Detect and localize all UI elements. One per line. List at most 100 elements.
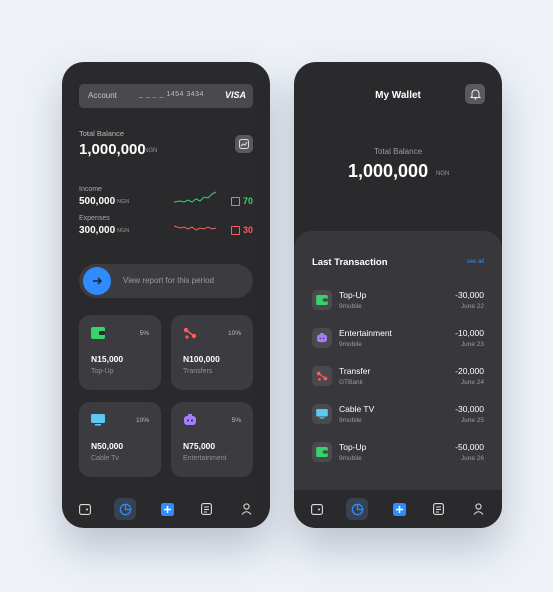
wallet-icon bbox=[316, 295, 328, 305]
wallet-icon bbox=[79, 503, 91, 515]
transaction-row[interactable]: Top-Up 9mobile -50,000 June 26 bbox=[312, 440, 484, 470]
transaction-name: Entertainment bbox=[339, 328, 392, 338]
bottom-nav bbox=[294, 490, 502, 528]
nav-add[interactable] bbox=[388, 498, 410, 520]
tile-percent: 10% bbox=[227, 330, 241, 337]
tile-value: N15,000 bbox=[91, 354, 124, 364]
income-change: 70 bbox=[243, 196, 254, 206]
transactions-panel: Last Transaction see all Top-Up 9mobile … bbox=[294, 231, 502, 491]
transaction-name: Top-Up bbox=[339, 290, 367, 300]
transaction-source: GTBank bbox=[339, 379, 363, 386]
transaction-amount: -30,000 bbox=[455, 290, 484, 300]
tile-name: Entertainment bbox=[183, 455, 227, 462]
tile-name: Transfers bbox=[183, 368, 213, 375]
view-report-button[interactable] bbox=[83, 267, 111, 295]
transaction-row[interactable]: Entertainment 9mobile -10,000 June 23 bbox=[312, 326, 484, 356]
transaction-name: Top-Up bbox=[339, 442, 367, 452]
transaction-date: June 26 bbox=[460, 455, 484, 462]
tile-value: N75,000 bbox=[183, 441, 216, 451]
tile-name: Cable Tv bbox=[91, 455, 119, 462]
currency-label: NGN bbox=[144, 148, 158, 154]
nav-profile[interactable] bbox=[235, 498, 257, 520]
tile-percent: 5% bbox=[139, 330, 149, 337]
tv-icon bbox=[316, 409, 328, 419]
transfer-icon bbox=[183, 327, 197, 339]
account-number: _ _ _ _ 1454 3434 bbox=[139, 91, 204, 98]
transaction-icon-box bbox=[312, 328, 332, 348]
transaction-source: 9mobile bbox=[339, 455, 362, 462]
pie-chart-icon bbox=[119, 503, 131, 515]
view-report-bar[interactable]: View report for this period bbox=[79, 264, 253, 298]
total-balance-value: 1,000,000 bbox=[348, 161, 429, 181]
up-arrow-icon bbox=[231, 197, 240, 206]
pie-chart-icon bbox=[351, 503, 363, 515]
user-icon bbox=[241, 503, 251, 515]
tile-top-up[interactable]: 5% N15,000 Top-Up bbox=[79, 315, 161, 390]
nav-documents[interactable] bbox=[427, 498, 449, 520]
transaction-source: 9mobile bbox=[339, 341, 362, 348]
add-icon bbox=[160, 502, 174, 516]
chart-icon bbox=[239, 139, 249, 149]
section-title: Last Transaction bbox=[312, 257, 388, 268]
tile-cable-tv[interactable]: 10% N50,000 Cable Tv bbox=[79, 402, 161, 477]
tile-percent: 5% bbox=[231, 417, 241, 424]
transaction-name: Cable TV bbox=[339, 404, 375, 414]
transaction-amount: -30,000 bbox=[455, 404, 484, 414]
income-currency: NGN bbox=[117, 199, 130, 205]
currency-label: NGN bbox=[436, 171, 450, 177]
total-balance-label: Total Balance bbox=[79, 129, 125, 138]
down-arrow-icon bbox=[231, 226, 240, 235]
expenses-sparkline bbox=[174, 225, 217, 231]
user-icon bbox=[473, 503, 483, 515]
transaction-icon-box bbox=[312, 290, 332, 310]
transaction-amount: -20,000 bbox=[455, 366, 484, 376]
transaction-source: 9mobile bbox=[339, 303, 362, 310]
tile-value: N50,000 bbox=[91, 441, 124, 451]
transaction-row[interactable]: Cable TV 9mobile -30,000 June 25 bbox=[312, 402, 484, 432]
nav-wallet[interactable] bbox=[306, 498, 328, 520]
transaction-date: June 22 bbox=[460, 303, 484, 310]
tile-transfers[interactable]: 10% N100,000 Transfers bbox=[171, 315, 253, 390]
tile-name: Top-Up bbox=[91, 368, 114, 375]
notifications-button[interactable] bbox=[465, 84, 485, 104]
nav-profile[interactable] bbox=[467, 498, 489, 520]
document-icon bbox=[200, 503, 212, 515]
game-icon bbox=[317, 333, 327, 343]
transaction-date: June 23 bbox=[460, 341, 484, 348]
bell-icon bbox=[469, 89, 481, 100]
game-icon bbox=[184, 414, 196, 425]
transaction-row[interactable]: Top-Up 9mobile -30,000 June 22 bbox=[312, 288, 484, 318]
transaction-amount: -50,000 bbox=[455, 442, 484, 452]
transfer-icon bbox=[316, 371, 328, 381]
transaction-date: June 24 bbox=[460, 379, 484, 386]
expenses-change: 30 bbox=[243, 225, 254, 235]
transaction-amount: -10,000 bbox=[455, 328, 484, 338]
nav-add[interactable] bbox=[156, 498, 178, 520]
dashboard-phone: Account _ _ _ _ 1454 3434 VISA Total Bal… bbox=[62, 62, 270, 528]
nav-wallet[interactable] bbox=[74, 498, 96, 520]
transaction-row[interactable]: Transfer GTBank -20,000 June 24 bbox=[312, 364, 484, 394]
income-value: 500,000 bbox=[79, 196, 116, 207]
nav-analytics[interactable] bbox=[114, 498, 136, 520]
card-brand: VISA bbox=[224, 90, 246, 100]
nav-documents[interactable] bbox=[195, 498, 217, 520]
income-label: Income bbox=[79, 186, 102, 193]
wallet-icon bbox=[316, 447, 328, 457]
chart-toggle-button[interactable] bbox=[235, 135, 253, 153]
tile-percent: 10% bbox=[135, 417, 149, 424]
nav-analytics[interactable] bbox=[346, 498, 368, 520]
tile-value: N100,000 bbox=[183, 354, 220, 364]
transaction-source: 9mobile bbox=[339, 417, 362, 424]
account-card[interactable]: Account _ _ _ _ 1454 3434 VISA bbox=[79, 84, 253, 108]
transaction-date: June 25 bbox=[460, 417, 484, 424]
expenses-label: Expenses bbox=[79, 215, 110, 222]
send-arrow-icon bbox=[93, 277, 102, 285]
add-icon bbox=[392, 502, 406, 516]
wallet-icon bbox=[311, 503, 323, 515]
transaction-name: Transfer bbox=[339, 366, 371, 376]
see-all-link[interactable]: see all bbox=[467, 259, 484, 265]
expenses-value: 300,000 bbox=[79, 225, 116, 236]
transaction-icon-box bbox=[312, 366, 332, 386]
document-icon bbox=[432, 503, 444, 515]
tile-entertainment[interactable]: 5% N75,000 Entertainment bbox=[171, 402, 253, 477]
